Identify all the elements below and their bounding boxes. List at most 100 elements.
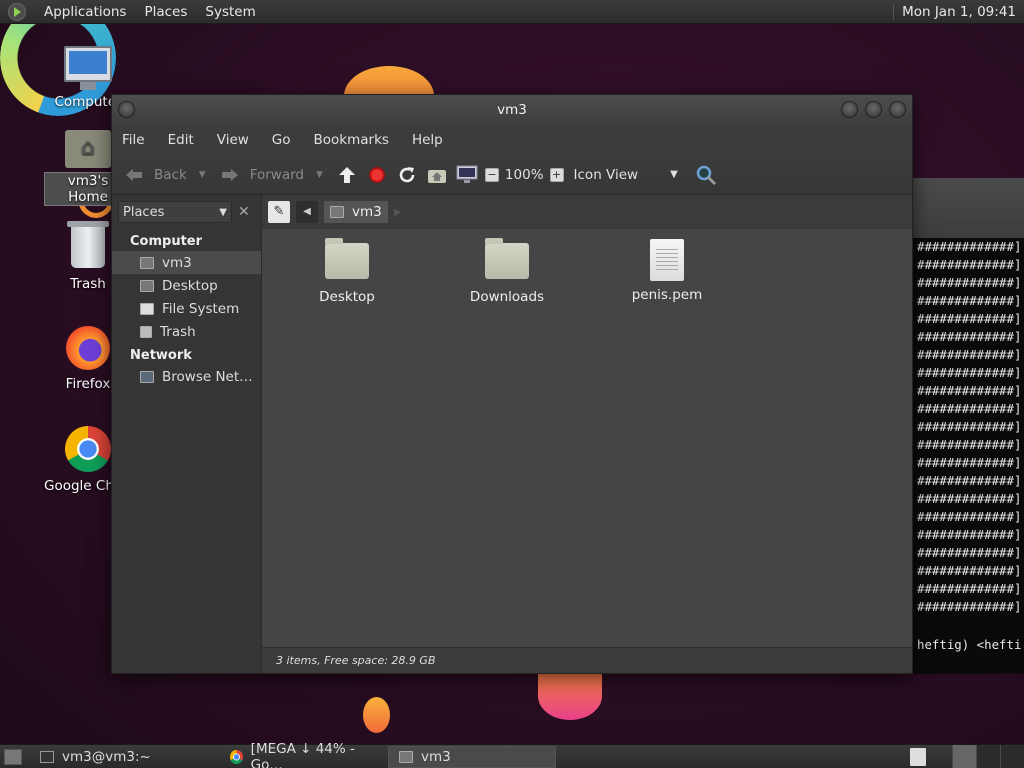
show-desktop-button[interactable]	[4, 748, 22, 765]
menu-bookmarks[interactable]: Bookmarks	[314, 132, 400, 148]
drive-icon	[140, 302, 154, 315]
menu-help[interactable]: Help	[412, 132, 454, 148]
reload-button[interactable]	[395, 163, 419, 187]
file-item-desktop[interactable]: Desktop	[292, 238, 402, 305]
folder-icon	[325, 238, 369, 279]
trash-icon	[140, 325, 152, 338]
wallpaper-shape	[363, 697, 390, 733]
chrome-icon	[230, 749, 243, 764]
reload-icon	[399, 166, 415, 182]
computer-icon	[64, 46, 112, 90]
up-button[interactable]	[335, 163, 359, 187]
zoom-in-button[interactable]: +	[549, 167, 564, 182]
terminal-prompt[interactable]: heftig) <hefti	[903, 636, 1024, 654]
menu-go[interactable]: Go	[272, 132, 302, 148]
back-button[interactable]: Back	[122, 163, 187, 187]
sidebar-item-vm3[interactable]: vm3	[112, 251, 261, 274]
sidebar-item-network[interactable]: Browse Net…	[112, 365, 261, 388]
forward-history-arrow[interactable]: ▼	[316, 170, 323, 180]
home-icon	[140, 256, 154, 269]
computer-icon	[456, 165, 478, 183]
zoom-level: 100%	[504, 166, 544, 183]
folder-icon	[485, 238, 529, 279]
taskbar-item-terminal[interactable]: vm3@vm3:~	[30, 746, 220, 768]
window-titlebar[interactable]: vm3	[112, 95, 912, 125]
sidebar-item-label: Desktop	[162, 277, 218, 294]
home-icon	[427, 169, 446, 183]
close-button[interactable]	[889, 101, 906, 118]
search-icon	[696, 165, 716, 185]
menu-logo-icon[interactable]	[8, 2, 26, 21]
notes-icon[interactable]	[910, 747, 926, 766]
window-title: vm3	[497, 102, 527, 118]
chevron-down-icon: ▼	[219, 206, 227, 218]
menu-view[interactable]: View	[217, 132, 260, 148]
maximize-button[interactable]	[865, 101, 882, 118]
file-name: Downloads	[469, 289, 545, 305]
taskbar-item-label: [MEGA ↓ 44% - Go…	[250, 740, 355, 768]
sidebar-item-label: File System	[162, 300, 240, 317]
edit-location-button[interactable]: ✎	[268, 201, 290, 223]
sidebar-section-title: Computer	[130, 234, 203, 249]
terminal-window[interactable]: #############] #############] ##########…	[902, 178, 1024, 674]
window-menu-button[interactable]	[118, 101, 135, 118]
arrow-up-icon	[338, 166, 355, 183]
network-icon	[140, 370, 154, 383]
bottom-panel: vm3@vm3:~ [MEGA ↓ 44% - Go… vm3	[0, 741, 1024, 768]
path-scroll-right-button[interactable]: ▶	[394, 207, 402, 218]
taskbar-item-file-manager[interactable]: vm3	[388, 745, 556, 768]
path-scroll-left-button[interactable]: ◀	[296, 201, 318, 223]
zoom-out-button[interactable]: −	[484, 167, 499, 182]
path-crumb-vm3[interactable]: vm3	[324, 201, 388, 223]
sidebar-header: Places ▼ ✕	[112, 195, 261, 229]
forward-label: Forward	[249, 166, 304, 183]
menubar: File Edit View Go Bookmarks Help	[112, 125, 912, 155]
location-bar: ✎ ◀ vm3 ▶	[262, 195, 912, 229]
back-history-arrow[interactable]: ▼	[199, 170, 206, 180]
minimize-button[interactable]	[841, 101, 858, 118]
close-icon[interactable]: ✕	[238, 204, 250, 220]
chevron-down-icon: ▼	[670, 169, 678, 180]
toolbar: Back ▼ Forward ▼ − 100% + Icon View ▼	[112, 155, 912, 195]
icon-view[interactable]: Desktop Downloads penis.pem	[262, 229, 912, 647]
status-bar: 3 items, Free space: 28.9 GB	[262, 647, 912, 673]
path-crumb-label: vm3	[352, 204, 382, 220]
sidebar-item-trash[interactable]: Trash	[112, 320, 261, 343]
computer-button[interactable]	[455, 163, 479, 187]
view-mode-select[interactable]: Icon View ▼	[574, 167, 678, 183]
stop-icon	[368, 166, 385, 183]
clock[interactable]: Mon Jan 1, 09:41	[893, 3, 1016, 20]
workspace-switcher	[910, 744, 1024, 768]
forward-button[interactable]: Forward	[218, 163, 304, 187]
stop-button[interactable]	[365, 163, 389, 187]
menu-file[interactable]: File	[122, 132, 156, 148]
sidebar-section-title: Network	[130, 348, 192, 363]
home-button[interactable]	[425, 163, 449, 187]
taskbar-item-label: vm3@vm3:~	[62, 748, 151, 765]
workspace-3[interactable]	[1000, 744, 1024, 768]
file-name: penis.pem	[631, 287, 703, 303]
home-icon	[330, 206, 344, 218]
sidebar-item-file-system[interactable]: File System	[112, 297, 261, 320]
applications-menu[interactable]: Applications	[44, 4, 126, 20]
top-panel: Applications Places System Mon Jan 1, 09…	[0, 0, 1024, 24]
trash-icon	[67, 221, 109, 268]
back-label: Back	[154, 166, 187, 183]
sidebar-item-desktop[interactable]: Desktop	[112, 274, 261, 297]
sidebar: Places ▼ ✕ Computer vm3 Desktop File Sys…	[112, 195, 262, 673]
menu-edit[interactable]: Edit	[168, 132, 205, 148]
view-mode-label: Icon View	[573, 166, 639, 183]
sidebar-pane-select[interactable]: Places ▼	[118, 201, 232, 223]
search-button[interactable]	[694, 163, 718, 187]
taskbar-item-chrome[interactable]: [MEGA ↓ 44% - Go…	[220, 741, 388, 768]
places-menu[interactable]: Places	[144, 4, 187, 20]
workspace-2[interactable]	[976, 744, 1000, 768]
desktop-icon	[140, 279, 154, 292]
system-menu[interactable]: System	[205, 4, 255, 20]
workspace-1[interactable]	[952, 744, 976, 768]
sidebar-pane-label: Places	[123, 204, 165, 220]
terminal-icon	[40, 750, 54, 763]
terminal-titlebar[interactable]	[903, 178, 1024, 238]
file-item-downloads[interactable]: Downloads	[452, 238, 562, 305]
file-item-pem[interactable]: penis.pem	[612, 239, 722, 303]
